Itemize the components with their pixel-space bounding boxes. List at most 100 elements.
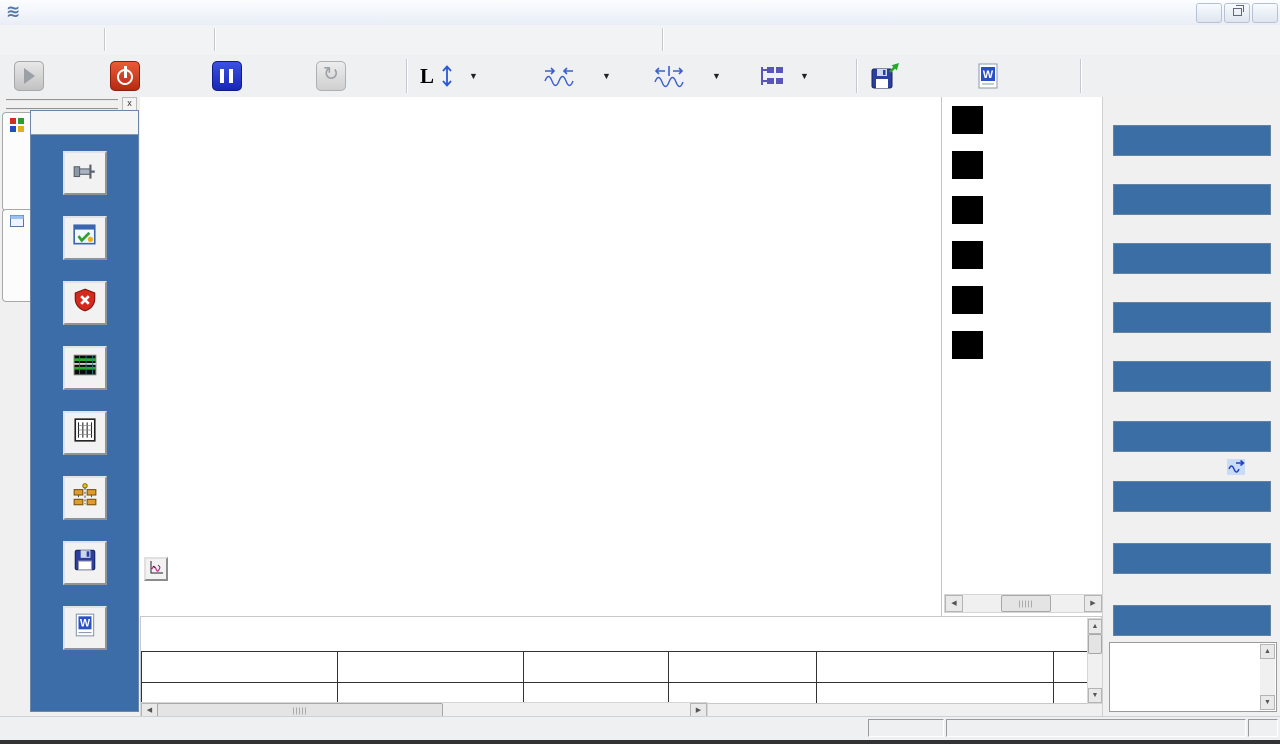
storage-settings-icon [63, 541, 107, 585]
legend-line [952, 344, 983, 347]
sidebar-item-target-spectrum[interactable] [31, 346, 138, 392]
target-spectrum-icon [63, 346, 107, 390]
legend-item-alarm-lower[interactable] [952, 286, 1100, 316]
restore-icon [1233, 8, 1242, 16]
control-bar: ↻ L ▼ ▼ ▼ [0, 55, 1280, 98]
level-icon: L [420, 64, 434, 89]
legend-swatch [952, 331, 983, 359]
test-report-icon: W [976, 62, 1000, 90]
controlbar-separator [856, 59, 858, 93]
sidebar-item-limit-params[interactable] [31, 281, 138, 327]
close-button[interactable] [1252, 3, 1278, 23]
limit-params-icon [63, 281, 107, 325]
sidebar-item-run-flowchart[interactable] [31, 476, 138, 522]
test-report-button[interactable]: W [970, 58, 1013, 94]
status-grip-cell [1248, 719, 1278, 737]
dock-drag-handle[interactable] [6, 99, 118, 110]
scroll-down-icon[interactable]: ▼ [1088, 688, 1102, 703]
application-window: ≋ ↻ L [0, 0, 1280, 744]
stop-button[interactable] [104, 58, 153, 94]
dropdown-arrow-icon: ▼ [469, 71, 478, 81]
tab-window[interactable] [2, 209, 30, 302]
status-bar [0, 716, 1280, 741]
control-peak-value [1113, 184, 1271, 215]
legend-line [952, 209, 983, 212]
report-content-icon: W [63, 606, 107, 650]
tab-settings[interactable] [2, 112, 30, 211]
legend-item-abort-lower[interactable] [952, 196, 1100, 226]
control-spectrum-plot[interactable] [140, 97, 941, 616]
scroll-left-icon[interactable]: ◀ [945, 595, 963, 612]
scroll-up-icon[interactable]: ▲ [1260, 644, 1275, 659]
continue-button[interactable]: ↻ [310, 58, 359, 94]
sidebar-item-report-content[interactable]: W [31, 606, 138, 652]
test-name-box: ▲ ▼ [1109, 642, 1277, 712]
settings-tab-icon [10, 118, 24, 132]
limits-panel [140, 616, 1102, 704]
pause-button[interactable] [206, 58, 255, 94]
controlbar-separator [406, 59, 408, 93]
window-bottom-edge [0, 740, 1280, 744]
online-store-icon [870, 62, 900, 90]
velocity-peak-value [1113, 361, 1271, 392]
scroll-down-icon[interactable]: ▼ [1260, 695, 1275, 710]
legend-swatch [952, 106, 983, 134]
sweep-button[interactable]: ▼ [648, 58, 727, 94]
control-spectrum-panel [140, 97, 941, 616]
sidebar-item-control-params[interactable] [31, 216, 138, 262]
run-state-label [868, 719, 944, 737]
limit-col-header [523, 652, 669, 683]
legend-item-control-signal[interactable] [952, 331, 1100, 361]
control-params-icon [63, 216, 107, 260]
scroll-thumb[interactable] [1001, 595, 1051, 612]
legend-item-target[interactable] [952, 106, 1100, 136]
online-store-button[interactable] [864, 58, 913, 94]
run-flowchart-icon [63, 476, 107, 520]
tool-bar [0, 25, 1280, 56]
limit-col-header [142, 652, 338, 683]
limit-col-header [669, 652, 817, 683]
control-level-value [1113, 302, 1271, 333]
plan-table-icon [63, 411, 107, 455]
drive-peak-value [1113, 243, 1271, 274]
readouts-panel: ▲ ▼ [1102, 97, 1280, 716]
legend-swatch [952, 286, 983, 314]
dropdown-arrow-icon: ▼ [602, 71, 611, 81]
limit-col-value [523, 683, 669, 705]
test-level-button[interactable]: L ▼ [414, 58, 484, 94]
legend-item-alarm-upper[interactable] [952, 241, 1100, 271]
run-flow-button[interactable]: ▼ [752, 58, 815, 94]
current-frequency-value [1113, 481, 1271, 512]
dropdown-arrow-icon: ▼ [800, 71, 809, 81]
limits-vscrollbar[interactable]: ▲ ▼ [1087, 618, 1103, 704]
sidebar-item-channel-params[interactable] [31, 151, 138, 197]
limits-table [141, 651, 1101, 704]
sidebar-item-plan-table[interactable] [31, 411, 138, 457]
restore-button[interactable] [1224, 3, 1250, 23]
legend-swatch [952, 196, 983, 224]
legend-line [952, 299, 983, 302]
legend-item-abort-upper[interactable] [952, 151, 1100, 181]
remaining-time-value [1113, 605, 1271, 636]
start-icon [14, 61, 44, 91]
sidebar-item-storage-settings[interactable] [31, 541, 138, 587]
sweep-direction-icon[interactable] [1227, 459, 1245, 478]
toolbar-separator [214, 28, 216, 51]
frequency-button[interactable]: ▼ [538, 58, 617, 94]
toolbar-separator [104, 28, 106, 51]
test-name-vscrollbar[interactable]: ▲ ▼ [1260, 644, 1275, 710]
graph-tool-button[interactable] [144, 557, 168, 581]
side-panel-title [31, 111, 138, 135]
pause-icon [212, 61, 242, 91]
legend-swatch [952, 241, 983, 269]
menu-bar: ≋ [0, 0, 1280, 26]
sine-test-panel: W [30, 110, 139, 712]
scroll-up-icon[interactable]: ▲ [1088, 619, 1102, 634]
legend-hscrollbar[interactable]: ◀ ▶ [944, 594, 1103, 613]
start-button[interactable] [8, 58, 57, 94]
scroll-right-icon[interactable]: ▶ [1084, 595, 1102, 612]
minimize-button[interactable] [1196, 3, 1222, 23]
dock-close-icon[interactable]: x [122, 97, 137, 111]
run-flow-icon [758, 64, 784, 88]
scroll-thumb[interactable] [1088, 634, 1102, 654]
